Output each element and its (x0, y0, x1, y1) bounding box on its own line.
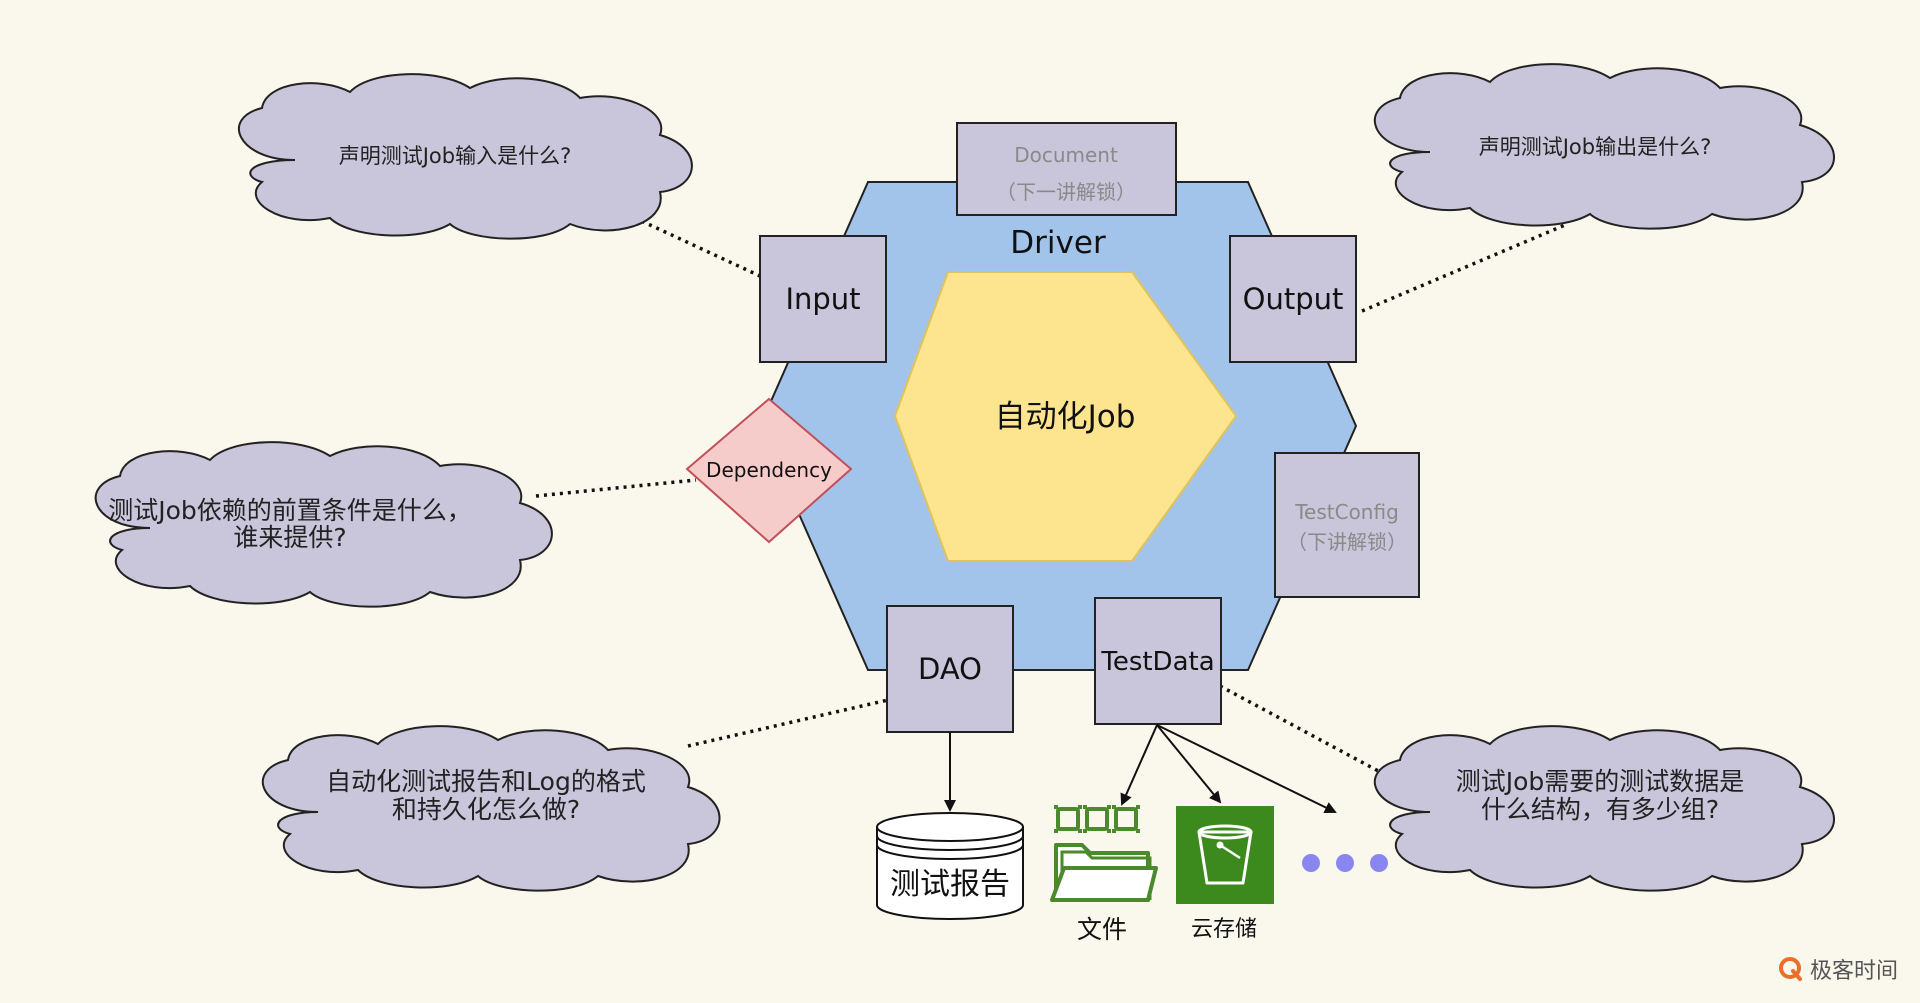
dao-question-line2: 和持久化怎么做? (392, 795, 580, 824)
dao-question-cloud: 自动化测试报告和Log的格式 和持久化怎么做? (261, 725, 721, 892)
document-label: Document (1014, 143, 1118, 167)
dependency-question-line1: 测试Job依赖的前置条件是什么， (108, 496, 472, 525)
report-label: 测试报告 (890, 867, 1010, 902)
driver-label: Driver (1010, 225, 1106, 261)
cloud-storage-label: 云存储 (1191, 917, 1257, 942)
testconfig-sublabel: （下讲解锁） (1287, 530, 1407, 554)
dao-label: DAO (918, 652, 982, 686)
bucket-icon (1176, 806, 1274, 904)
testdata-connector (1219, 684, 1383, 775)
brand-logo-icon (1778, 957, 1802, 981)
testdata-to-more-arrow (1156, 724, 1337, 813)
dependency-connector (535, 478, 697, 498)
dao-connector (687, 698, 889, 748)
file-label: 文件 (1077, 915, 1127, 944)
dependency-question-cloud: 测试Job依赖的前置条件是什么， 谁来提供? (94, 441, 553, 608)
ellipsis-icon (1302, 854, 1388, 872)
testdata-question-line1: 测试Job需要的测试数据是 (1456, 767, 1745, 796)
input-question-cloud: 声明测试Job输入是什么? (237, 73, 693, 240)
dependency-label: Dependency (706, 458, 832, 482)
input-question-text: 声明测试Job输入是什么? (339, 144, 572, 168)
folder-icon (1050, 805, 1158, 902)
core-label: 自动化Job (995, 399, 1136, 435)
output-label: Output (1243, 282, 1344, 316)
testdata-question-line2: 什么结构，有多少组? (1481, 795, 1719, 824)
input-label: Input (785, 282, 860, 316)
output-question-cloud: 声明测试Job输出是什么? (1373, 63, 1835, 230)
architecture-diagram: Driver 自动化Job Document （下一讲解锁） Input Out… (94, 63, 1835, 944)
document-sublabel: （下一讲解锁） (996, 180, 1136, 204)
arrows (944, 724, 1337, 813)
testdata-question-cloud: 测试Job需要的测试数据是 什么结构，有多少组? (1373, 725, 1835, 892)
output-question-text: 声明测试Job输出是什么? (1479, 135, 1712, 159)
testdata-to-storage-arrow (1156, 724, 1222, 804)
output-connector (1361, 223, 1566, 313)
dao-question-line1: 自动化测试报告和Log的格式 (326, 767, 646, 796)
report-database-icon (876, 812, 1024, 920)
dependency-question-line2: 谁来提供? (233, 523, 346, 552)
testconfig-label: TestConfig (1294, 500, 1399, 524)
brand-name: 极客时间 (1809, 959, 1898, 984)
brand-watermark: 极客时间 (1778, 953, 1898, 985)
testdata-to-file-arrow (1120, 724, 1158, 806)
testdata-label: TestData (1100, 647, 1214, 677)
testconfig-port (1274, 452, 1420, 598)
